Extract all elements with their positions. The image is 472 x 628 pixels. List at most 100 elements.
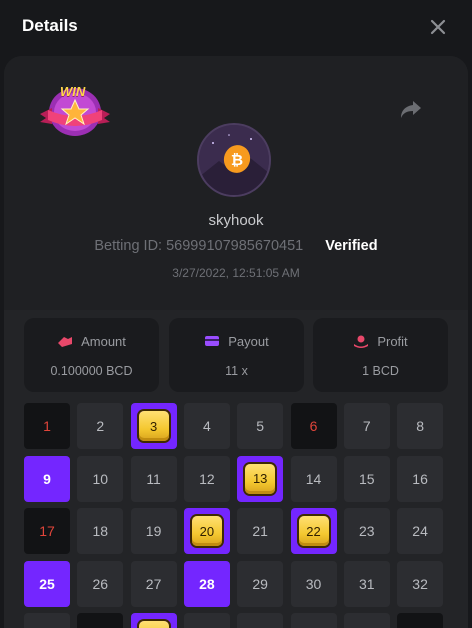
board-cell: 14 (290, 455, 337, 502)
board-cell-number: 14 (305, 470, 322, 487)
amount-icon (58, 337, 73, 347)
board-cell: 7 (343, 403, 390, 449)
gem-tile: 22 (298, 516, 329, 546)
board-cell (343, 613, 390, 628)
board-cell-number: 26 (92, 575, 109, 592)
profit-label: Profit (377, 334, 408, 349)
board-cell-number: 32 (412, 575, 428, 592)
svg-text:₿: ₿ (231, 151, 243, 169)
board-cell-number: 10 (92, 470, 109, 487)
board-cell-number: 12 (199, 470, 215, 487)
payout-label-row: Payout (169, 334, 304, 349)
board-cell: 21 (237, 508, 284, 554)
win-badge-text: WIN (60, 84, 86, 99)
board-cell: 18 (77, 508, 124, 554)
board-cell-number: 31 (359, 575, 375, 592)
modal-header: Details (0, 0, 472, 56)
board-cell: 3 (130, 403, 177, 449)
board-cell-number: 24 (412, 523, 428, 539)
board-cell-number: 27 (145, 575, 162, 592)
profit-icon (354, 335, 369, 348)
board-cell-number: 18 (92, 523, 109, 539)
board-cell-number: 28 (199, 575, 215, 592)
board-cell: 8 (397, 403, 444, 449)
betting-id: Betting ID: 56999107985670451 (94, 238, 304, 254)
board-cell: 17 (24, 508, 70, 554)
gem-tile: 20 (191, 516, 222, 546)
modal-title: Details (22, 16, 78, 35)
verified-link[interactable]: Verified (325, 238, 377, 254)
board-cell: 15 (343, 455, 390, 502)
board-cell: 29 (237, 560, 284, 607)
board-cell (130, 613, 177, 628)
bet-datetime: 3/27/2022, 12:51:05 AM (172, 266, 300, 280)
board-cell: 23 (343, 508, 390, 554)
player-section: WIN ₿ skyhook Betting ID: 56999107985670… (4, 56, 468, 310)
board-cell (237, 613, 284, 628)
board-cell: 31 (343, 560, 390, 607)
board-cell: 25 (24, 560, 70, 607)
board-cell-number: 15 (359, 470, 375, 487)
payout-stat: Payout 11 x (169, 318, 304, 392)
board-cell-number: 30 (305, 575, 322, 592)
board-cell: 26 (77, 560, 124, 607)
amount-value: 0.100000 BCD (50, 364, 133, 378)
board-cell: 19 (130, 508, 177, 554)
gem-tile: 3 (138, 411, 169, 441)
board-cell-number: 17 (39, 523, 55, 539)
board-cell: 30 (290, 560, 337, 607)
board-cell-number: 29 (252, 575, 268, 592)
board-cell: 28 (183, 560, 230, 607)
board-cell-number: 25 (39, 575, 55, 592)
board-cell (397, 613, 444, 628)
betting-id-row: Betting ID: 56999107985670451 Verified (4, 238, 468, 254)
board-cell-number: 6 (309, 418, 318, 434)
board-cell: 13 (237, 455, 284, 502)
profit-value: 1 BCD (362, 364, 399, 378)
bet-detail-card: WIN ₿ skyhook Betting ID: 56999107985670… (4, 56, 468, 628)
board-cell: 22 (290, 508, 337, 554)
board-cell-number: 9 (43, 470, 51, 487)
avatar: ₿ (197, 123, 271, 197)
board-cell-number: 13 (252, 471, 268, 486)
board-cell-number: 5 (256, 418, 265, 434)
amount-label-row: Amount (24, 334, 159, 349)
board-cell-number: 19 (145, 523, 162, 539)
board-cell: 9 (24, 455, 70, 502)
share-icon[interactable] (399, 98, 423, 120)
board-cell: 11 (130, 455, 177, 502)
details-modal: Details WIN ₿ skyhook Betting ID: 569991… (0, 0, 472, 628)
board-cell-number: 4 (202, 418, 211, 434)
close-icon[interactable] (428, 17, 448, 37)
board-cell: 27 (130, 560, 177, 607)
board-cell-number: 2 (96, 418, 105, 434)
board-cell: 12 (183, 455, 230, 502)
profit-label-row: Profit (313, 334, 448, 349)
board-cell: 10 (77, 455, 124, 502)
profit-stat: Profit 1 BCD (313, 318, 448, 392)
board-cell: 32 (397, 560, 444, 607)
board-cell-number: 23 (359, 523, 375, 539)
win-badge: WIN (38, 80, 112, 140)
amount-stat: Amount 0.100000 BCD (24, 318, 159, 392)
payout-icon (205, 336, 220, 346)
board-cell (77, 613, 124, 628)
board-cell (183, 613, 230, 628)
board-cell-number: 21 (252, 523, 268, 539)
payout-label: Payout (228, 334, 269, 349)
stats-row: Amount 0.100000 BCD Payout 11 x Profit 1… (24, 318, 448, 392)
board-cell: 6 (290, 403, 337, 449)
board-cell: 1 (24, 403, 70, 449)
gem-tile: 13 (245, 463, 276, 494)
gem-tile (138, 621, 169, 628)
board-cell-number: 16 (412, 470, 428, 487)
board-cell-number: 8 (416, 418, 424, 434)
amount-label: Amount (81, 334, 126, 349)
username: skyhook (208, 212, 264, 229)
board-cell: 4 (183, 403, 230, 449)
board-cell: 16 (397, 455, 444, 502)
board-cell-number: 3 (149, 418, 158, 434)
board-cell: 5 (237, 403, 284, 449)
board-cell: 24 (397, 508, 444, 554)
board-cell (24, 613, 70, 628)
